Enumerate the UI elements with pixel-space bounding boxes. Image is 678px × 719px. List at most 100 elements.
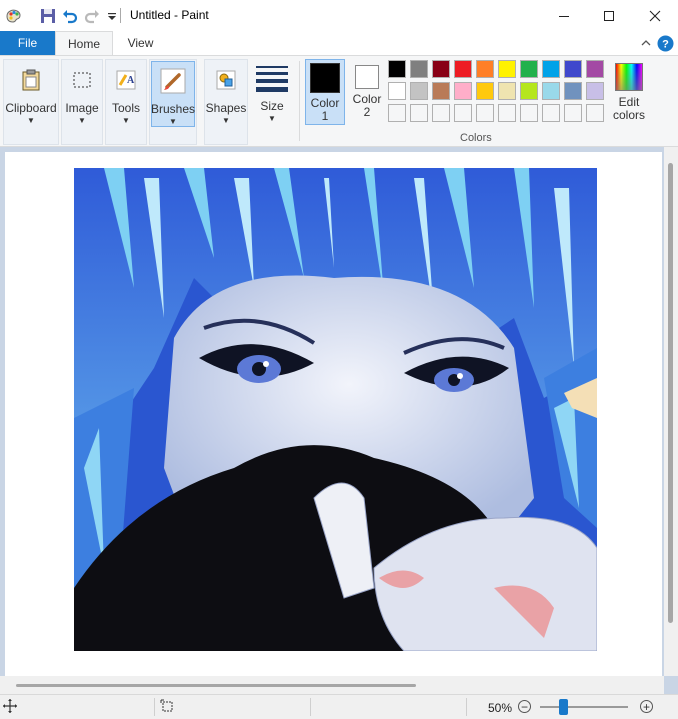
paint-app-icon[interactable]	[4, 6, 24, 26]
svg-text:?: ?	[662, 38, 669, 50]
color1-label: Color 1	[310, 96, 340, 123]
minimize-icon	[559, 15, 569, 17]
palette-color-swatch[interactable]	[432, 82, 450, 100]
palette-color-swatch[interactable]	[388, 82, 406, 100]
maximize-button[interactable]	[586, 0, 632, 31]
palette-color-swatch[interactable]	[476, 82, 494, 100]
tools-icon: A	[110, 64, 142, 96]
shapes-group: Shapes ▼	[204, 59, 248, 145]
clipboard-icon	[15, 64, 47, 96]
collapse-ribbon-icon[interactable]	[637, 34, 655, 52]
chevron-down-icon: ▼	[222, 116, 230, 125]
chevron-down-icon: ▼	[78, 116, 86, 125]
brushes-button[interactable]: Brushes ▼	[151, 61, 195, 127]
palette-color-swatch[interactable]	[476, 60, 494, 78]
palette-color-swatch[interactable]	[410, 104, 428, 122]
palette-color-swatch[interactable]	[564, 104, 582, 122]
palette-color-swatch[interactable]	[432, 104, 450, 122]
palette-color-swatch[interactable]	[454, 82, 472, 100]
palette-color-swatch[interactable]	[586, 60, 604, 78]
shapes-label: Shapes	[205, 101, 247, 115]
zoom-level: 50%	[488, 701, 513, 715]
tab-file[interactable]: File	[0, 31, 55, 55]
zoom-out-icon[interactable]: −	[518, 700, 531, 713]
palette-color-swatch[interactable]	[564, 82, 582, 100]
brushes-label: Brushes	[150, 102, 196, 116]
palette-color-swatch[interactable]	[520, 60, 538, 78]
save-icon[interactable]	[38, 6, 58, 26]
horizontal-scroll-thumb[interactable]	[16, 684, 416, 687]
color-spectrum-icon	[615, 63, 643, 91]
status-divider	[466, 698, 467, 716]
palette-color-swatch[interactable]	[498, 82, 516, 100]
color2-button[interactable]: Color 2	[347, 59, 387, 125]
palette-color-swatch[interactable]	[520, 82, 538, 100]
window-title: Untitled - Paint	[130, 8, 209, 22]
help-icon[interactable]: ?	[656, 34, 674, 52]
tools-label: Tools	[111, 101, 140, 115]
close-button[interactable]	[632, 0, 678, 31]
color1-button[interactable]: Color 1	[305, 59, 345, 125]
edit-colors-button[interactable]: Edit colors	[610, 59, 648, 125]
image-button[interactable]: Image ▼	[63, 61, 101, 145]
color2-swatch	[355, 65, 379, 89]
svg-text:A: A	[127, 75, 135, 86]
status-bar: 50% − +	[0, 694, 678, 719]
move-cursor-icon	[3, 699, 17, 716]
minimize-button[interactable]	[541, 0, 587, 31]
palette-color-swatch[interactable]	[454, 60, 472, 78]
palette-color-swatch[interactable]	[454, 104, 472, 122]
clipboard-button[interactable]: Clipboard ▼	[5, 61, 57, 145]
select-icon	[66, 64, 98, 96]
palette-color-swatch[interactable]	[564, 60, 582, 78]
color2-label: Color 2	[352, 92, 382, 119]
colors-group-label: Colors	[460, 132, 492, 144]
size-label: Size	[260, 99, 284, 113]
undo-icon[interactable]	[60, 6, 80, 26]
tools-button[interactable]: A Tools ▼	[107, 61, 145, 145]
palette-color-swatch[interactable]	[586, 82, 604, 100]
close-icon	[649, 10, 661, 21]
palette-color-swatch[interactable]	[498, 60, 516, 78]
color1-swatch	[310, 63, 340, 93]
size-icon	[256, 62, 288, 94]
palette-color-swatch[interactable]	[498, 104, 516, 122]
horizontal-scrollbar[interactable]	[0, 676, 664, 694]
image-label: Image	[65, 101, 99, 115]
title-separator	[120, 8, 121, 23]
selection-size-icon	[160, 699, 175, 717]
maximize-icon	[604, 10, 614, 21]
redo-icon[interactable]	[82, 6, 102, 26]
zoom-in-icon[interactable]: +	[640, 700, 653, 713]
ribbon-tab-bar: File Home View ?	[0, 31, 678, 55]
vertical-scroll-thumb[interactable]	[668, 163, 673, 623]
palette-color-swatch[interactable]	[542, 82, 560, 100]
customize-dropdown-icon[interactable]	[102, 6, 122, 26]
palette-color-swatch[interactable]	[432, 60, 450, 78]
chevron-down-icon: ▼	[169, 117, 177, 126]
palette-color-swatch[interactable]	[542, 104, 560, 122]
tab-home[interactable]: Home	[55, 31, 113, 55]
palette-color-swatch[interactable]	[388, 104, 406, 122]
status-divider	[154, 698, 155, 716]
edit-colors-label: Edit colors	[612, 95, 645, 122]
vertical-scrollbar[interactable]	[664, 147, 678, 676]
shapes-button[interactable]: Shapes ▼	[206, 61, 246, 145]
chevron-down-icon: ▼	[268, 114, 276, 123]
image-group: Image ▼	[61, 59, 103, 145]
ribbon: Clipboard ▼ Image ▼ A Tools ▼ Brushes ▼ …	[0, 55, 678, 147]
palette-color-swatch[interactable]	[520, 104, 538, 122]
palette-color-swatch[interactable]	[410, 82, 428, 100]
tab-view[interactable]: View	[113, 31, 168, 55]
brush-icon	[157, 65, 189, 97]
size-button[interactable]: Size ▼	[252, 59, 292, 143]
palette-color-swatch[interactable]	[410, 60, 428, 78]
ribbon-separator	[299, 61, 300, 141]
palette-color-swatch[interactable]	[586, 104, 604, 122]
palette-color-swatch[interactable]	[388, 60, 406, 78]
zoom-slider-thumb[interactable]	[559, 699, 568, 715]
status-divider	[310, 698, 311, 716]
palette-color-swatch[interactable]	[476, 104, 494, 122]
palette-color-swatch[interactable]	[542, 60, 560, 78]
zoom-slider[interactable]	[540, 706, 628, 708]
